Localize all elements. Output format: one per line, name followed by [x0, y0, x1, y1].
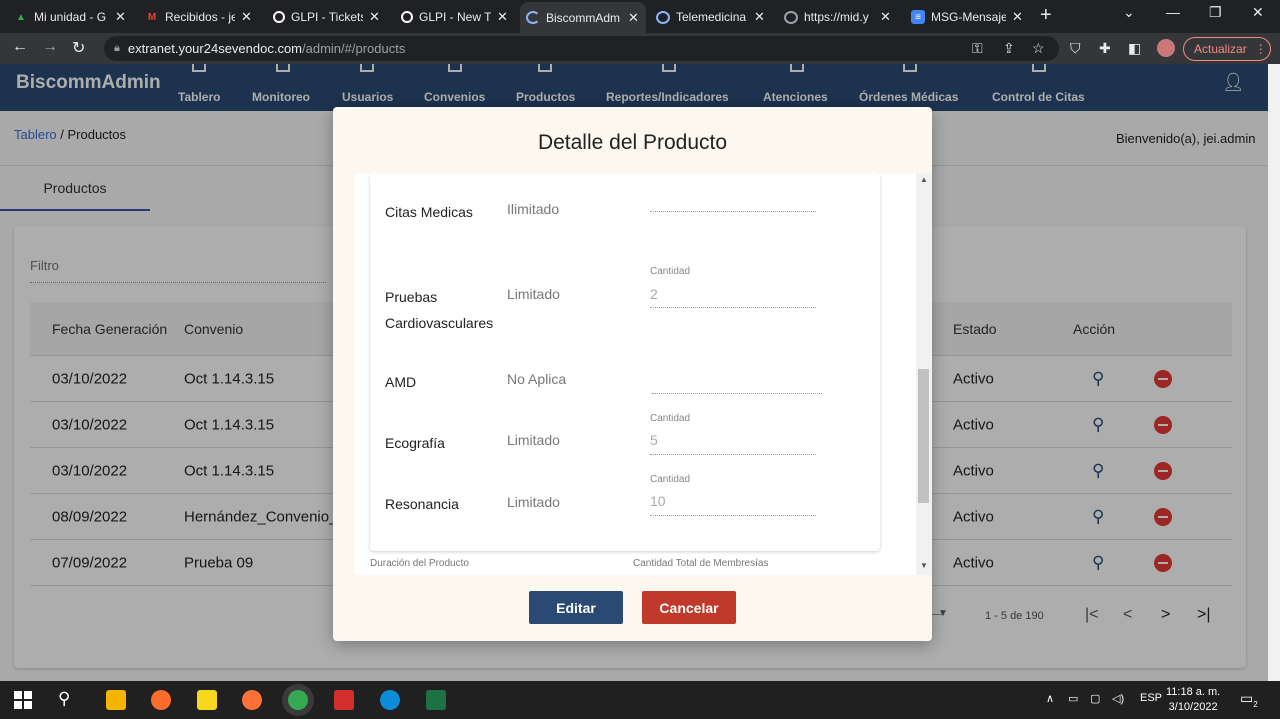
- edge-icon[interactable]: [380, 690, 400, 710]
- language-indicator[interactable]: ESP: [1140, 692, 1162, 704]
- windows-start-icon[interactable]: [14, 691, 32, 709]
- new-tab-icon[interactable]: +: [1040, 4, 1052, 27]
- browser-toolbar: ← → ↻ 🔒︎ extranet.your24sevendoc.com/adm…: [0, 33, 1280, 64]
- key-icon[interactable]: ⚿: [972, 40, 983, 57]
- quantity-field[interactable]: 5: [650, 432, 658, 448]
- more-vert-icon[interactable]: ⋮: [1255, 42, 1267, 56]
- drive-icon: ▲: [16, 11, 26, 23]
- close-tab-icon[interactable]: ✕: [115, 9, 127, 25]
- browser-tab[interactable]: GLPI - New Ti ✕: [395, 4, 515, 30]
- cancel-button[interactable]: Cancelar: [642, 591, 736, 624]
- lock-icon: 🔒︎: [114, 42, 120, 54]
- quantity-field[interactable]: [652, 393, 822, 394]
- close-tab-icon[interactable]: ✕: [369, 9, 381, 25]
- dialog-scrollbar[interactable]: ▲ ▼: [916, 173, 932, 575]
- acrobat-icon[interactable]: [334, 690, 354, 710]
- services-panel: Citas Medicas Ilimitado Pruebas Cardiova…: [370, 173, 880, 551]
- reload-icon[interactable]: ↻: [72, 38, 85, 58]
- close-tab-icon[interactable]: ✕: [628, 10, 640, 26]
- close-tab-icon[interactable]: ✕: [1012, 9, 1024, 25]
- minimize-icon[interactable]: —: [1166, 4, 1180, 20]
- duration-label: Duración del Producto: [370, 558, 469, 569]
- total-memberships-label: Cantidad Total de Membresías: [633, 558, 769, 569]
- browser-tab[interactable]: https://mid.y ✕: [778, 4, 898, 30]
- file-explorer-icon[interactable]: [106, 690, 126, 710]
- side-panel-icon[interactable]: ◧: [1128, 40, 1141, 57]
- chevron-down-icon[interactable]: ⌄: [1123, 4, 1135, 21]
- browser-tab[interactable]: Telemedicina ✕: [650, 4, 772, 30]
- address-bar[interactable]: 🔒︎ extranet.your24sevendoc.com/admin/#/p…: [104, 36, 1059, 61]
- docs-icon: ≡: [911, 10, 925, 24]
- excel-icon[interactable]: [426, 690, 446, 710]
- volume-icon[interactable]: ◁): [1112, 692, 1124, 705]
- share-icon[interactable]: ⇪: [1003, 40, 1015, 57]
- loading-icon: [526, 11, 540, 24]
- restore-icon[interactable]: ❐: [1209, 4, 1222, 21]
- app-orange-icon[interactable]: [151, 690, 171, 710]
- dialog-title: Detalle del Producto: [537, 131, 728, 154]
- notifications-icon[interactable]: ▭2: [1240, 690, 1258, 709]
- update-button[interactable]: Actualizar ⋮: [1183, 37, 1271, 61]
- browser-tab[interactable]: M Recibidos - je ✕: [139, 4, 259, 30]
- browser-tab-active[interactable]: BiscommAdm ✕: [520, 2, 646, 33]
- forward-icon[interactable]: →: [42, 38, 58, 56]
- back-icon[interactable]: ←: [12, 38, 28, 56]
- browser-tab[interactable]: GLPI - Tickets ✕: [267, 4, 387, 30]
- close-tab-icon[interactable]: ✕: [497, 9, 509, 25]
- scroll-up-icon[interactable]: ▲: [920, 175, 928, 184]
- close-tab-icon[interactable]: ✕: [880, 9, 892, 25]
- quantity-field[interactable]: 2: [650, 286, 658, 302]
- system-clock[interactable]: 11:18 a. m. 3/10/2022: [1166, 685, 1220, 715]
- dialog-scroll-body: Citas Medicas Ilimitado Pruebas Cardiova…: [355, 173, 929, 575]
- profile-avatar[interactable]: [1157, 39, 1175, 57]
- browser-tab[interactable]: ≡ MSG-Mensaje ✕: [905, 4, 1030, 30]
- gmail-icon: M: [147, 11, 157, 23]
- quantity-field[interactable]: 10: [650, 493, 666, 509]
- chrome-icon[interactable]: [288, 690, 308, 710]
- close-tab-icon[interactable]: ✕: [754, 9, 766, 25]
- globe-icon: [784, 10, 798, 24]
- page-scrollbar[interactable]: [1268, 64, 1280, 681]
- glpi-icon: [273, 11, 285, 23]
- scroll-down-icon[interactable]: ▼: [920, 561, 928, 570]
- edit-button[interactable]: Editar: [529, 591, 623, 624]
- search-icon[interactable]: ⚲: [58, 689, 70, 709]
- extension-shield-icon[interactable]: ⛉: [1070, 40, 1081, 57]
- product-detail-dialog: Detalle del Producto Citas Medicas Ilimi…: [333, 107, 932, 641]
- glpi-icon: [401, 11, 413, 23]
- sticky-notes-icon[interactable]: [197, 690, 217, 710]
- browser-tab[interactable]: ▲ Mi unidad - G ✕: [8, 4, 133, 30]
- extensions-puzzle-icon[interactable]: ✚: [1099, 40, 1111, 57]
- close-tab-icon[interactable]: ✕: [241, 9, 253, 25]
- firefox-icon[interactable]: [242, 690, 262, 710]
- browser-tab-bar: ▲ Mi unidad - G ✕ M Recibidos - je ✕ GLPI …: [0, 0, 1280, 33]
- close-window-icon[interactable]: ✕: [1252, 4, 1264, 21]
- dialog-scroll-thumb[interactable]: [918, 369, 929, 503]
- battery-icon[interactable]: ▭: [1068, 692, 1078, 705]
- windows-taskbar: ⚲ ∧ ▭ ▢ ◁) ESP 11:18 a. m. 3/10/2022 ▭2: [0, 681, 1280, 719]
- quantity-field[interactable]: [650, 211, 816, 212]
- network-icon[interactable]: ▢: [1090, 692, 1100, 705]
- telemed-icon: [656, 10, 670, 24]
- chevron-up-icon[interactable]: ∧: [1046, 692, 1054, 705]
- bookmark-star-icon[interactable]: ☆: [1032, 40, 1045, 57]
